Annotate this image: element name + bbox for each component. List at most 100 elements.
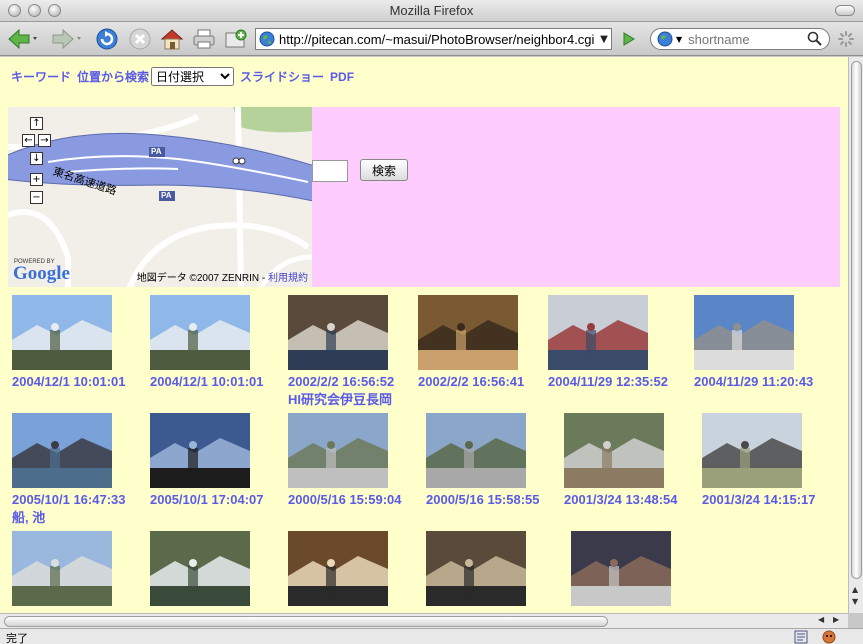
reload-icon bbox=[96, 28, 118, 50]
photo-thumbnail[interactable] bbox=[12, 295, 112, 370]
scroll-up-arrow-icon[interactable]: ▲ bbox=[852, 585, 858, 594]
photo-date-link[interactable]: 2005/10/1 16:47:33 bbox=[12, 492, 125, 508]
slideshow-link[interactable]: スライドショー bbox=[240, 68, 324, 85]
web-search-bar[interactable]: ▼ bbox=[650, 28, 830, 50]
photo-thumbnail[interactable] bbox=[150, 295, 250, 370]
photo-thumbnail[interactable] bbox=[288, 531, 388, 606]
photo-keyword-link[interactable]: 船, 池 bbox=[12, 510, 45, 526]
printer-icon bbox=[193, 29, 215, 49]
mountain-photo-icon bbox=[12, 295, 112, 370]
scroll-right-arrow-icon[interactable]: ▶ bbox=[833, 615, 839, 624]
horizontal-scrollbar[interactable]: ◀ ▶ bbox=[0, 613, 848, 628]
search-engine-chevron-down-icon[interactable]: ▼ bbox=[676, 35, 682, 44]
meeting-photo-icon bbox=[288, 295, 388, 370]
photo-date-link[interactable]: 2002/2/2 16:56:52 bbox=[288, 374, 394, 390]
hotel-photo-icon bbox=[12, 531, 112, 606]
mountain-photo-icon bbox=[150, 295, 250, 370]
url-text[interactable]: http://pitecan.com/~masui/PhotoBrowser/n… bbox=[275, 32, 597, 47]
photo-thumbnail[interactable] bbox=[150, 531, 250, 606]
web-search-input[interactable] bbox=[688, 31, 807, 47]
search-icon[interactable] bbox=[807, 31, 823, 47]
nav-links: キーワード 位置から検索 日付選択 スライドショー PDF bbox=[11, 67, 360, 86]
pan-right-button[interactable]: → bbox=[38, 134, 51, 147]
photo-date-link[interactable]: 2002/2/2 16:56:41 bbox=[418, 374, 524, 390]
back-arrow-icon bbox=[8, 28, 37, 50]
zoom-out-button[interactable]: − bbox=[30, 191, 43, 204]
photo-thumbnail[interactable] bbox=[694, 295, 794, 370]
parking-photo-icon bbox=[694, 295, 794, 370]
stop-icon bbox=[129, 28, 151, 50]
photo-date-link[interactable]: 2001/3/24 14:15:17 bbox=[702, 492, 815, 508]
vertical-scrollbar[interactable]: ▲ ▼ bbox=[848, 57, 863, 613]
location-search-link[interactable]: 位置から検索 bbox=[77, 68, 149, 85]
globe-icon bbox=[259, 31, 275, 47]
page-content: キーワード 位置から検索 日付選択 スライドショー PDF PA PA 東名高速… bbox=[0, 57, 848, 613]
scroll-left-arrow-icon[interactable]: ◀ bbox=[818, 615, 824, 624]
url-history-chevron-down-icon[interactable]: ▼ bbox=[597, 34, 611, 45]
photo-date-link[interactable]: 2001/3/24 13:48:54 bbox=[564, 492, 677, 508]
photo-thumbnail[interactable] bbox=[288, 295, 388, 370]
forward-button[interactable] bbox=[48, 25, 84, 53]
photo-thumbnail[interactable] bbox=[418, 295, 518, 370]
vertical-scroll-thumb[interactable] bbox=[851, 61, 862, 579]
pan-up-button[interactable]: ↑ bbox=[30, 117, 43, 130]
toolbar-toggle-button[interactable] bbox=[835, 5, 855, 16]
photo-date-link[interactable]: 2000/5/16 15:58:55 bbox=[426, 492, 539, 508]
title-bar: Mozilla Firefox bbox=[0, 0, 863, 22]
ruins-photo-icon bbox=[564, 413, 664, 488]
page-info-icon[interactable] bbox=[794, 630, 808, 644]
home-icon bbox=[160, 29, 184, 50]
status-bar: 完了 bbox=[0, 628, 863, 644]
horizontal-scroll-thumb[interactable] bbox=[4, 616, 608, 627]
home-button[interactable] bbox=[159, 25, 185, 53]
search-engine-globe-icon[interactable] bbox=[657, 31, 673, 47]
go-arrow-icon bbox=[623, 32, 635, 46]
photo-date-link[interactable]: 2004/12/1 10:01:01 bbox=[12, 374, 125, 390]
window-title: Mozilla Firefox bbox=[389, 3, 474, 18]
print-button[interactable] bbox=[191, 25, 217, 53]
photo-date-link[interactable]: 2000/5/16 15:59:04 bbox=[288, 492, 401, 508]
photo-date-link[interactable]: 2004/11/29 11:20:43 bbox=[694, 374, 813, 390]
couple-photo-icon bbox=[702, 413, 802, 488]
ship-photo-icon bbox=[12, 413, 112, 488]
terms-of-use-link[interactable]: 利用規約 bbox=[268, 273, 308, 284]
forward-arrow-icon bbox=[52, 28, 81, 50]
photo-thumbnail[interactable] bbox=[12, 413, 112, 488]
date-select-dropdown[interactable]: 日付選択 bbox=[151, 67, 235, 86]
greasemonkey-icon[interactable] bbox=[822, 630, 836, 644]
photo-thumbnail[interactable] bbox=[150, 413, 250, 488]
photo-thumbnail[interactable] bbox=[12, 531, 112, 606]
pan-down-button[interactable]: ↓ bbox=[30, 152, 43, 165]
photo-thumbnail[interactable] bbox=[426, 413, 526, 488]
presentation-photo-icon bbox=[288, 531, 388, 606]
map-view[interactable]: PA PA 東名高速道路 ↑ ← → ↓ + − POWERED BY Goog… bbox=[8, 107, 312, 287]
search-button[interactable]: 検索 bbox=[360, 159, 408, 181]
photo-thumbnail[interactable] bbox=[288, 413, 388, 488]
pan-left-button[interactable]: ← bbox=[22, 134, 35, 147]
pdf-link[interactable]: PDF bbox=[330, 70, 354, 84]
keyword-link[interactable]: キーワード bbox=[11, 68, 71, 85]
sunset-photo-icon bbox=[150, 413, 250, 488]
navigation-toolbar: http://pitecan.com/~masui/PhotoBrowser/n… bbox=[0, 22, 863, 56]
reload-button[interactable] bbox=[94, 25, 120, 53]
go-button[interactable] bbox=[616, 25, 640, 53]
photo-date-link[interactable]: 2004/12/1 10:01:01 bbox=[150, 374, 263, 390]
scroll-down-arrow-icon[interactable]: ▼ bbox=[852, 597, 858, 606]
group-photo-icon bbox=[571, 531, 671, 606]
photo-thumbnail[interactable] bbox=[548, 295, 648, 370]
photo-date-link[interactable]: 2005/10/1 17:04:07 bbox=[150, 492, 263, 508]
stop-button[interactable] bbox=[127, 25, 153, 53]
photo-thumbnail[interactable] bbox=[702, 413, 802, 488]
photo-thumbnail[interactable] bbox=[571, 531, 671, 606]
zoom-in-button[interactable]: + bbox=[30, 173, 43, 186]
photo-thumbnail[interactable] bbox=[564, 413, 664, 488]
back-button[interactable] bbox=[4, 25, 40, 53]
keyword-search-input[interactable] bbox=[312, 160, 348, 182]
photo-date-link[interactable]: 2004/11/29 12:35:52 bbox=[548, 374, 668, 390]
parking-area-label: PA bbox=[151, 147, 162, 156]
snowy-forest-photo-icon bbox=[150, 531, 250, 606]
photo-keyword-link[interactable]: HI研究会伊豆長岡 bbox=[288, 392, 392, 408]
photo-thumbnail[interactable] bbox=[426, 531, 526, 606]
url-bar[interactable]: http://pitecan.com/~masui/PhotoBrowser/n… bbox=[255, 28, 612, 50]
new-tab-button[interactable] bbox=[223, 25, 249, 53]
